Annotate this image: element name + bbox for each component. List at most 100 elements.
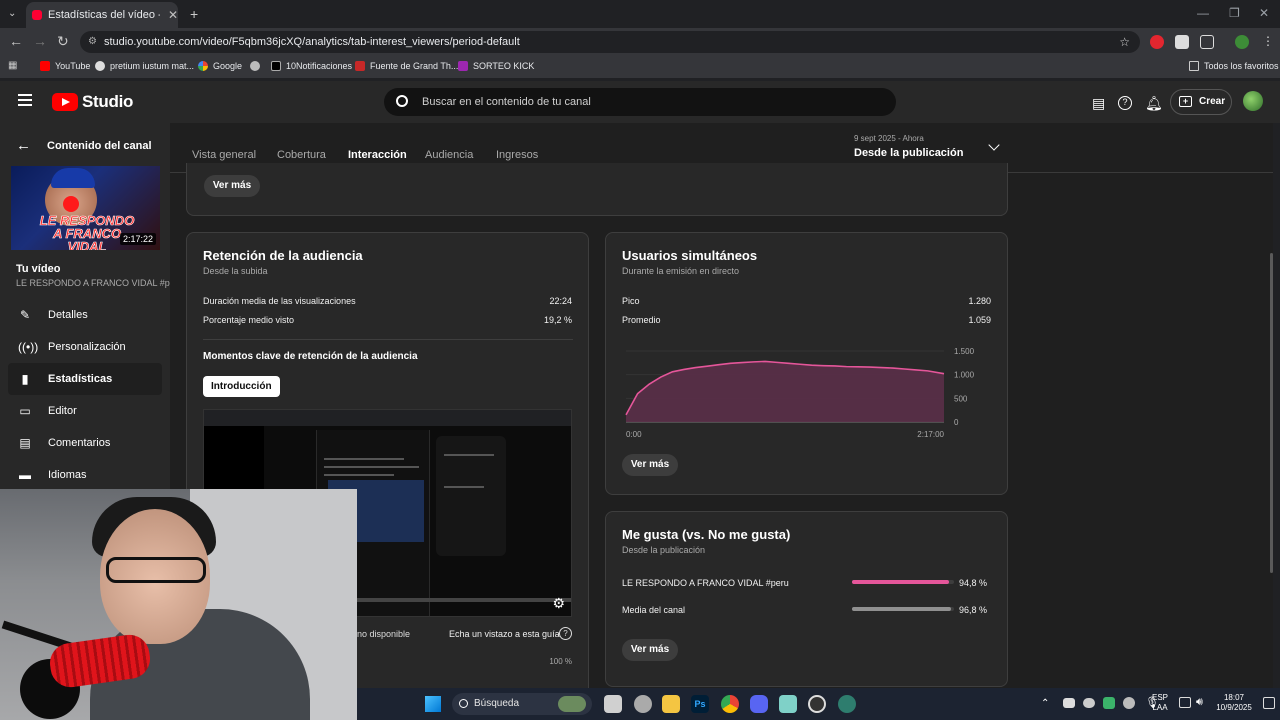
peak-value: 1.280 [968,296,991,306]
app2-icon[interactable] [838,695,856,713]
likes-video-bar [852,580,949,584]
concurrent-see-more-button[interactable]: Ver más [622,454,678,476]
sidebar-item-analytics[interactable]: ▮ Estadísticas [8,363,162,395]
chrome-icon[interactable] [721,695,739,713]
channel-avatar[interactable] [1243,91,1263,111]
task-view-icon[interactable] [604,695,622,713]
new-tab-icon[interactable]: + [190,6,198,22]
bookmark-star-icon[interactable]: ☆ [1119,31,1130,53]
globe-icon [250,61,260,71]
sidebar-item-languages[interactable]: ▬ Idiomas [8,459,162,491]
language-indicator[interactable]: ESP LAA [1147,693,1173,713]
period-selector[interactable]: Desde la publicación [854,147,963,159]
profile-avatar-icon[interactable] [1235,35,1249,49]
tab-audience[interactable]: Audiencia [425,149,473,161]
page-scrollbar[interactable] [1270,253,1273,573]
file-explorer-icon[interactable] [662,695,680,713]
settings-gear-icon[interactable]: ⚙ [552,595,565,612]
guide-link[interactable]: Echa un vistazo a esta guía [449,629,560,639]
tab-overview[interactable]: Vista general [192,149,256,161]
kick-icon [458,61,468,71]
tray-globe-icon[interactable] [1123,697,1135,709]
reload-icon[interactable]: ↻ [57,33,69,50]
site-info-icon[interactable]: ⚙ [88,31,97,53]
sidebar-item-editor[interactable]: ▭ Editor [8,395,162,427]
studio-logo[interactable]: Studio [52,92,133,112]
video-thumbnail[interactable]: LE RESPONDO A FRANCO VIDAL 2:17:22 [11,166,160,250]
likes-see-more-button[interactable]: Ver más [622,639,678,661]
top-card: Ver más [186,163,1008,216]
sidebar-item-details[interactable]: ✎ Detalles [8,299,162,331]
channel-search-input[interactable]: Buscar en el contenido de tu canal [384,88,896,116]
close-tab-icon[interactable]: ✕ [168,8,178,22]
duration-badge: 2:17:22 [119,233,156,245]
bookmark-youtube[interactable]: YouTube [40,61,90,71]
tab-search-chevron-icon[interactable]: ⌄ [8,8,16,19]
avg-percent-value: 19,2 % [543,315,572,325]
tray-sync-icon[interactable] [1063,698,1075,708]
notification-center-icon[interactable] [1263,697,1275,709]
tab-revenue[interactable]: Ingresos [496,149,538,161]
folder-icon [1189,61,1199,71]
close-window-icon[interactable]: ✕ [1259,6,1269,20]
youtube-favicon-icon [32,10,42,20]
help-icon[interactable]: ? [559,627,572,640]
x-tick-label: 2:17:00 [917,430,944,439]
windows-start-icon[interactable] [425,696,441,712]
concurrent-title: Usuarios simultáneos [622,248,758,263]
network-icon[interactable] [1179,697,1191,708]
tab-engagement[interactable]: Interacción [348,149,407,170]
address-bar[interactable]: ⚙ studio.youtube.com/video/F5qbm36jcXQ/a… [80,31,1140,53]
bookmark-grand-theft[interactable]: Fuente de Grand Th... [355,61,458,71]
clock[interactable]: 18:07 10/9/2025 [1209,693,1259,713]
restore-icon[interactable]: ❐ [1229,6,1240,20]
taskbar-search[interactable]: Búsqueda [452,693,592,715]
menu-icon[interactable] [18,94,32,106]
minimize-icon[interactable]: — [1197,6,1209,20]
obs-icon[interactable] [808,695,826,713]
bookmark-google[interactable]: Google [198,61,242,71]
tab-reach[interactable]: Cobertura [277,149,326,161]
discord-icon[interactable] [750,695,768,713]
average-value: 1.059 [968,315,991,325]
likes-title: Me gusta (vs. No me gusta) [622,527,791,542]
concurrent-subtitle: Durante la emisión en directo [622,266,740,276]
apps-grid-icon[interactable]: ▦ [8,60,17,71]
sidebar-item-comments[interactable]: ▤ Comentarios [8,427,162,459]
intro-chip[interactable]: Introducción [203,376,280,397]
help-icon[interactable]: ? [1118,96,1132,110]
extension-red-icon[interactable] [1150,35,1164,49]
bookmarks-bar: ▦ YouTube pretium iustum mat... Google 1… [0,56,1280,78]
tray-app-icon[interactable] [1103,697,1115,709]
back-icon[interactable]: ← [9,33,23,49]
feedback-icon[interactable]: ▤ [1092,95,1105,112]
vpn-icon[interactable] [779,695,797,713]
create-button[interactable]: + Crear [1170,89,1232,115]
search-icon [459,699,468,708]
bookmark-pretium[interactable]: pretium iustum mat... [95,61,194,71]
youtube-logo-icon [52,93,78,111]
forward-icon[interactable]: → [33,33,47,49]
bookmark-globe[interactable] [250,61,265,71]
avg-duration-value: 22:24 [549,296,572,306]
onedrive-icon[interactable] [1083,698,1095,708]
see-more-button[interactable]: Ver más [204,175,260,197]
sidebar-item-customization[interactable]: ((•)) Personalización [8,331,162,363]
chevron-down-icon[interactable] [988,139,1000,151]
tray-overflow-icon[interactable]: ⌃ [1041,698,1049,709]
photoshop-icon[interactable]: Ps [691,695,709,713]
x-logo-icon [271,61,281,71]
likes-channel-bar [852,607,951,611]
back-to-content[interactable]: ← Contenido del canal [16,137,152,154]
bookmark-10notificaciones[interactable]: 10Notificaciones [271,61,352,71]
extensions-puzzle-icon[interactable] [1200,35,1214,49]
retention-subtitle: Desde la subida [203,266,268,276]
notifications-icon[interactable]: 🔔︎ [1145,95,1163,112]
volume-icon[interactable]: 🔊︎ [1196,696,1203,709]
browser-tab[interactable]: Estadísticas del vídeo - YouTube ✕ [26,2,178,28]
app-icon[interactable] [634,695,652,713]
all-bookmarks[interactable]: Todos los favoritos [1189,61,1279,71]
bookmark-sorteo-kick[interactable]: SORTEO KICK [458,61,534,71]
browser-menu-icon[interactable]: ⋮ [1262,34,1274,48]
extension-card-icon[interactable] [1175,35,1189,49]
